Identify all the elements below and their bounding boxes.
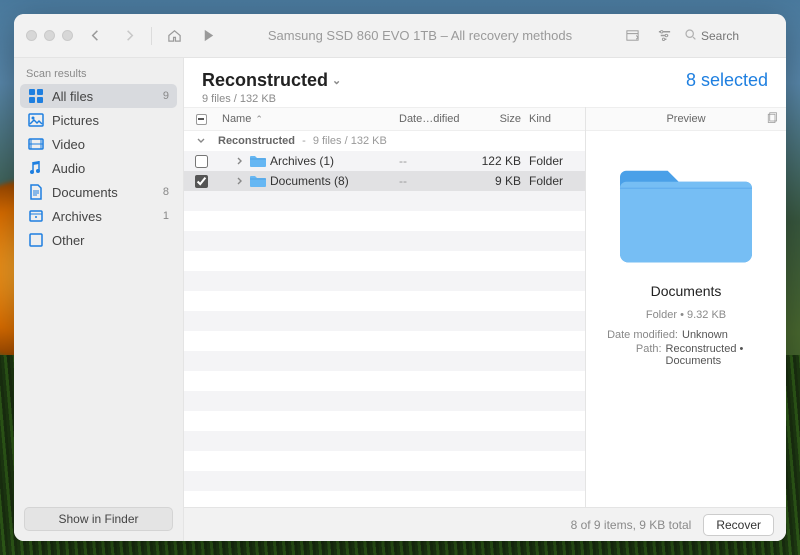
sidebar-item-other[interactable]: Other: [20, 228, 177, 252]
window-title: Samsung SSD 860 EVO 1TB – All recovery m…: [230, 28, 610, 43]
preview-sub: Folder • 9.32 KB: [646, 309, 726, 321]
sidebar-item-label: Pictures: [52, 113, 161, 128]
sort-asc-icon: ⌃: [255, 114, 263, 125]
sidebar-header: Scan results: [14, 58, 183, 84]
preview-header: Preview: [666, 113, 705, 125]
grid-icon: [28, 88, 44, 104]
titlebar: Samsung SSD 860 EVO 1TB – All recovery m…: [14, 14, 786, 58]
sidebar-item-label: Other: [52, 233, 161, 248]
sidebar-item-label: Video: [52, 137, 161, 152]
chevron-down-icon[interactable]: [195, 137, 207, 145]
video-icon: [28, 136, 44, 152]
sidebar-item-archives[interactable]: Archives 1: [20, 204, 177, 228]
group-row[interactable]: Reconstructed - 9 files / 132 KB: [184, 131, 585, 151]
close-dot[interactable]: [26, 30, 37, 41]
preview-date-modified: Unknown: [682, 329, 728, 341]
forward-button[interactable]: [117, 24, 141, 48]
preview-path: Reconstructed • Documents: [666, 343, 774, 367]
row-name: Archives (1): [270, 154, 334, 168]
recover-button[interactable]: Recover: [703, 514, 774, 536]
row-kind: Folder: [529, 154, 585, 168]
column-kind[interactable]: Kind: [529, 113, 585, 125]
row-date: --: [399, 174, 473, 188]
row-name: Documents (8): [270, 174, 349, 188]
main-panel: Reconstructed ⌄ 9 files / 132 KB 8 selec…: [184, 58, 786, 541]
copy-icon[interactable]: [766, 112, 778, 127]
zoom-dot[interactable]: [62, 30, 73, 41]
header-checkbox[interactable]: [184, 114, 218, 125]
document-icon: [28, 184, 44, 200]
row-size: 122 KB: [473, 154, 529, 168]
row-size: 9 KB: [473, 174, 529, 188]
sidebar-item-label: Archives: [52, 209, 155, 224]
preview-name: Documents: [651, 283, 722, 299]
folder-icon: [250, 155, 266, 167]
sidebar-item-documents[interactable]: Documents 8: [20, 180, 177, 204]
column-size[interactable]: Size: [473, 113, 529, 125]
sidebar-item-audio[interactable]: Audio: [20, 156, 177, 180]
column-headers: Name ⌃ Date…dified Size Kind: [184, 107, 585, 131]
sidebar-item-count: 8: [163, 186, 169, 198]
app-window: Samsung SSD 860 EVO 1TB – All recovery m…: [14, 14, 786, 541]
other-icon: [28, 232, 44, 248]
chevron-down-icon[interactable]: ⌄: [332, 74, 341, 87]
search-icon: [684, 28, 697, 44]
footer: 8 of 9 items, 9 KB total Recover: [184, 507, 786, 541]
sidebar-item-all-files[interactable]: All files 9: [20, 84, 177, 108]
row-kind: Folder: [529, 174, 585, 188]
audio-icon: [28, 160, 44, 176]
sidebar-item-label: All files: [52, 89, 155, 104]
page-title: Reconstructed: [202, 70, 328, 91]
sidebar-item-count: 9: [163, 90, 169, 102]
preview-pane: Preview Documents Folder • 9.32 KB: [586, 107, 786, 507]
chevron-right-icon[interactable]: [234, 157, 246, 165]
table-row[interactable]: Documents (8) -- 9 KB Folder: [184, 171, 585, 191]
sidebar-item-count: 1: [163, 210, 169, 222]
sidebar-item-pictures[interactable]: Pictures: [20, 108, 177, 132]
sidebar: Scan results All files 9 Pictures Video: [14, 58, 184, 541]
file-list: Name ⌃ Date…dified Size Kind Reconstruct…: [184, 107, 586, 507]
image-icon: [28, 112, 44, 128]
row-checkbox[interactable]: [195, 175, 208, 188]
back-button[interactable]: [83, 24, 107, 48]
sidebar-item-video[interactable]: Video: [20, 132, 177, 156]
row-checkbox[interactable]: [195, 155, 208, 168]
chevron-right-icon[interactable]: [234, 177, 246, 185]
view-mode-button[interactable]: [620, 24, 644, 48]
minimize-dot[interactable]: [44, 30, 55, 41]
column-date[interactable]: Date…dified: [399, 113, 473, 125]
show-in-finder-button[interactable]: Show in Finder: [24, 507, 173, 531]
folder-preview-icon: [611, 157, 761, 267]
page-subtitle: 9 files / 132 KB: [202, 93, 341, 105]
sidebar-item-label: Documents: [52, 185, 155, 200]
search-box[interactable]: [684, 28, 774, 44]
window-controls: [26, 30, 73, 41]
filter-button[interactable]: [652, 24, 676, 48]
row-date: --: [399, 154, 473, 168]
column-name[interactable]: Name ⌃: [218, 113, 399, 125]
table-row[interactable]: Archives (1) -- 122 KB Folder: [184, 151, 585, 171]
search-input[interactable]: [701, 29, 761, 43]
sidebar-item-label: Audio: [52, 161, 161, 176]
status-text: 8 of 9 items, 9 KB total: [571, 518, 692, 532]
home-button[interactable]: [162, 24, 186, 48]
folder-icon: [250, 175, 266, 187]
archive-icon: [28, 208, 44, 224]
play-button[interactable]: [196, 24, 220, 48]
selected-count: 8 selected: [686, 70, 768, 91]
